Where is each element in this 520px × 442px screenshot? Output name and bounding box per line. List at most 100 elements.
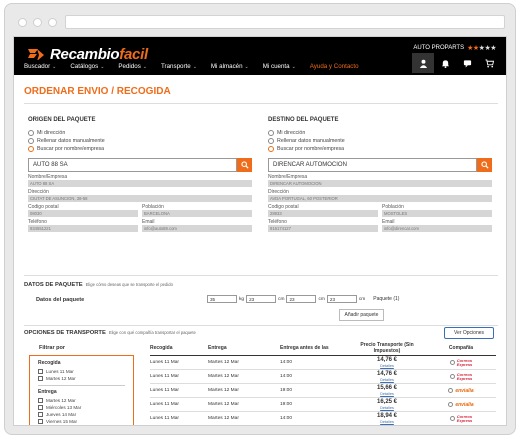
radio-button[interactable] xyxy=(449,360,455,365)
details-link[interactable]: Detalles xyxy=(348,364,426,369)
window-dot[interactable] xyxy=(48,18,57,27)
details-link[interactable]: Detalles xyxy=(348,392,426,397)
window-controls xyxy=(18,18,57,27)
radio-button[interactable] xyxy=(268,138,274,144)
nav-item[interactable]: Pedidos ⌄ xyxy=(118,63,147,70)
table-body: Lunes 11 Mar Martes 12 Mar 14:00 14,76 € Det… xyxy=(150,356,496,425)
price-value: 14,76 € xyxy=(376,356,398,363)
filter-option[interactable]: Martes 12 Mar xyxy=(38,375,125,382)
pickup-cell: Lunes 11 Mar xyxy=(150,360,179,365)
origin-name-field[interactable]: AUTO 88 SA xyxy=(28,180,252,187)
address-option[interactable]: Buscar por nombre/empresa xyxy=(28,145,252,153)
origin-city-field[interactable]: BARCELONA xyxy=(142,210,252,217)
filter-option[interactable]: Martes 12 Mar xyxy=(38,397,125,404)
add-package-button[interactable]: Añadir paquete xyxy=(339,309,384,321)
destination-city-field[interactable]: MOSTOLES xyxy=(382,210,492,217)
cart-icon[interactable] xyxy=(478,53,500,73)
chevron-down-icon: ⌄ xyxy=(52,64,57,70)
radio-button[interactable] xyxy=(268,130,274,136)
checkbox[interactable] xyxy=(38,412,43,417)
filter-option[interactable]: Viernes 15 Mar xyxy=(38,418,125,425)
radio-button[interactable] xyxy=(448,402,454,407)
destination-search-input[interactable]: DIRENCAR AUTOMOCION xyxy=(268,158,477,172)
checkbox[interactable] xyxy=(38,398,43,403)
address-option-label: Rellenar datos manualmente xyxy=(277,138,345,144)
price-value: 16,25 € xyxy=(376,398,398,405)
checkbox[interactable] xyxy=(38,419,43,424)
chat-icon[interactable] xyxy=(456,53,478,73)
price-cell: 15,66 € Detalles xyxy=(348,385,426,397)
package-count: Paquete (1) xyxy=(373,296,400,302)
table-row: Lunes 11 Mar Martes 12 Mar 19:00 15,66 € Det… xyxy=(150,384,496,398)
address-bar[interactable] xyxy=(65,15,505,29)
origin-email-field[interactable]: info@auto88.com xyxy=(142,225,252,232)
details-link[interactable]: Detalles xyxy=(348,420,426,425)
bell-icon[interactable] xyxy=(434,53,456,73)
details-link[interactable]: Detalles xyxy=(348,406,426,411)
destination-email-field[interactable]: info@direncar.com xyxy=(382,225,492,232)
nav-item[interactable]: Mi almacén ⌄ xyxy=(211,63,249,70)
window-dot[interactable] xyxy=(33,18,42,27)
address-option[interactable]: Mi dirección xyxy=(268,129,492,137)
radio-button[interactable] xyxy=(448,388,454,393)
browser-window: Recambiofacil AUTO PROPARTS ★★★★★ Buscad… xyxy=(4,3,516,435)
address-option[interactable]: Mi dirección xyxy=(28,129,252,137)
checkbox[interactable] xyxy=(38,405,43,410)
nav-item[interactable]: Buscador ⌄ xyxy=(24,63,56,70)
origin-phone-field[interactable]: 934551221 xyxy=(28,225,138,232)
checkbox[interactable] xyxy=(38,376,43,381)
destination-phone-field[interactable]: 916174127 xyxy=(268,225,378,232)
checkbox[interactable] xyxy=(38,369,43,374)
details-link[interactable]: Detalles xyxy=(348,378,426,383)
length-input[interactable]: 23 xyxy=(246,295,277,303)
address-option-label: Mi dirección xyxy=(277,130,306,136)
table-row: Lunes 11 Mar Martes 12 Mar 14:00 14,76 € Det… xyxy=(150,356,496,370)
correos-express-logo: Correos Express xyxy=(457,414,473,423)
destination-zip-field[interactable]: 28933 xyxy=(268,210,378,217)
filter-option[interactable]: Lunes 11 Mar xyxy=(38,368,125,375)
rating-stars: ★★★★★ xyxy=(467,44,496,52)
address-option[interactable]: Rellenar datos manualmente xyxy=(28,137,252,145)
radio-button[interactable] xyxy=(28,146,34,152)
nav-item[interactable]: Mi cuenta ⌄ xyxy=(263,63,296,70)
address-option-label: Buscar por nombre/empresa xyxy=(277,146,345,152)
radio-button[interactable] xyxy=(449,374,455,379)
radio-button[interactable] xyxy=(28,138,34,144)
before-cell: 19:00 xyxy=(280,402,293,407)
transport-subheading: Elige con qué compañía transportar el pa… xyxy=(108,330,196,335)
origin-address-field[interactable]: CIUTAT DE ASUNCION, 38-58 xyxy=(28,195,252,202)
height-input[interactable]: 23 xyxy=(326,295,357,303)
package-fields: 35 kg 23 cm 23 cm 23 cm Paquete (1) xyxy=(207,295,399,303)
price-cell: 16,25 € Detalles xyxy=(348,399,426,411)
delivery-cell: Martes 12 Mar xyxy=(208,360,239,365)
nav-item[interactable]: Catálogos ⌄ xyxy=(70,63,104,70)
filter-option-label: Martes 12 Mar xyxy=(46,398,76,403)
before-cell: 19:00 xyxy=(280,388,293,393)
user-icon[interactable] xyxy=(412,53,434,73)
destination-name-field[interactable]: DIRENCAR AUTOMOCION xyxy=(268,180,492,187)
weight-unit: kg xyxy=(239,296,245,302)
weight-input[interactable]: 35 xyxy=(207,295,237,303)
col-price: Precio Transporte (Sin Impuestos) xyxy=(360,341,414,354)
radio-button[interactable] xyxy=(268,146,274,152)
filter-option[interactable]: Miércoles 13 Mar xyxy=(38,404,125,411)
width-input[interactable]: 23 xyxy=(286,295,317,303)
view-options-button[interactable]: Ver Opciones xyxy=(444,327,494,339)
company-cell: envialia xyxy=(426,388,496,394)
nav-item[interactable]: Ayuda y Contacto xyxy=(310,63,359,70)
destination-address-field[interactable]: AVDA PORTUGAL, 60 POSTERIOR xyxy=(268,195,492,202)
address-option[interactable]: Buscar por nombre/empresa xyxy=(268,145,492,153)
origin-search-button[interactable] xyxy=(237,158,252,172)
nav-item[interactable]: Transporte ⌄ xyxy=(161,63,197,70)
nav-item-label: Catálogos xyxy=(70,63,99,70)
origin-search-input[interactable]: AUTO 88 SA xyxy=(28,158,237,172)
origin-zip-field[interactable]: 08030 xyxy=(28,210,138,217)
address-option[interactable]: Rellenar datos manualmente xyxy=(268,137,492,145)
filter-option[interactable]: Jueves 14 Mar xyxy=(38,411,125,418)
radio-button[interactable] xyxy=(28,130,34,136)
address-option-label: Mi dirección xyxy=(37,130,66,136)
radio-button[interactable] xyxy=(449,416,455,421)
window-dot[interactable] xyxy=(18,18,27,27)
company-cell: Correos Express xyxy=(426,414,496,423)
destination-search-button[interactable] xyxy=(477,158,492,172)
